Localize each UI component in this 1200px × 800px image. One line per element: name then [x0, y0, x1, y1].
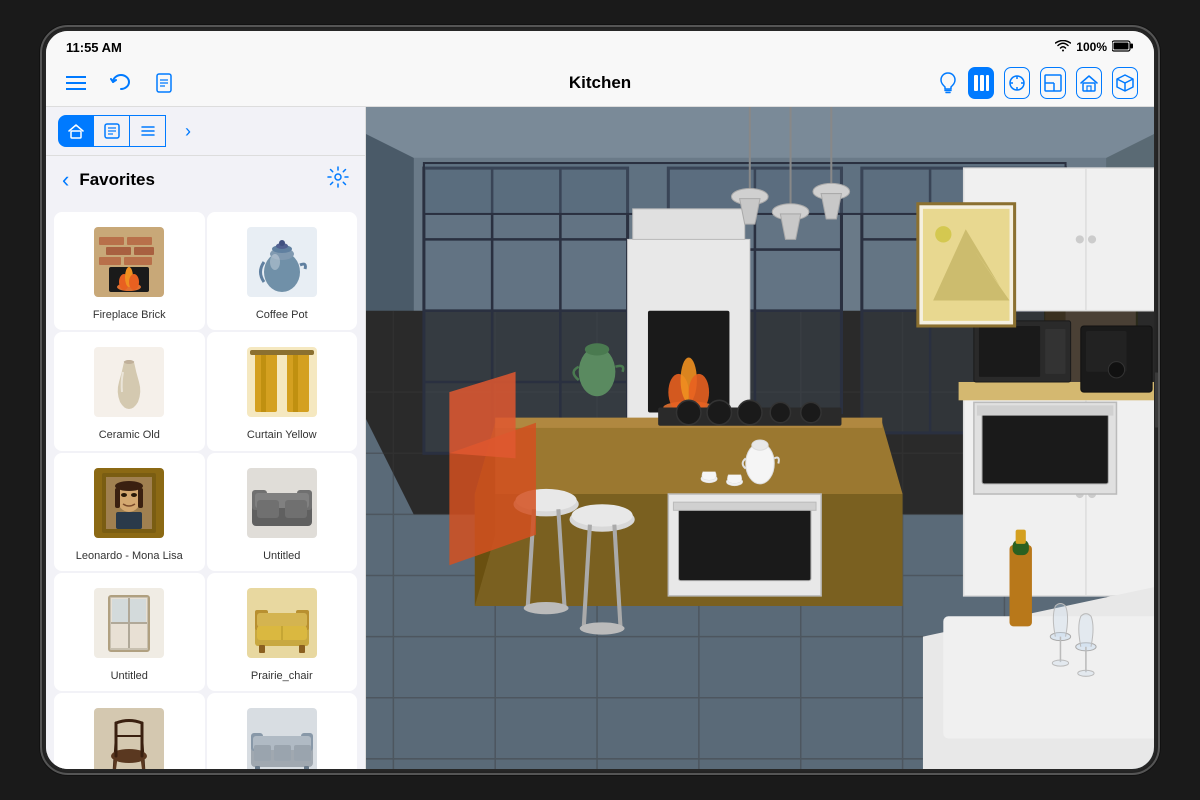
tab-home[interactable] [58, 115, 94, 147]
nav-left [62, 69, 262, 97]
sidebar-expand-btn[interactable]: › [174, 117, 202, 145]
tab-edit[interactable] [94, 115, 130, 147]
coffeepot-thumb [242, 222, 322, 302]
sidebar-title: Favorites [79, 170, 327, 190]
sofa-thumb [242, 703, 322, 769]
fireplace-label: Fireplace Brick [93, 308, 166, 322]
status-bar: 11:55 AM 100% [46, 31, 1154, 59]
ceramic-thumb [89, 342, 169, 422]
curtain-label: Curtain Yellow [247, 428, 317, 442]
main-content: › ‹ Favorites [46, 107, 1154, 769]
page-title: Kitchen [262, 73, 938, 93]
undo-icon[interactable] [106, 69, 134, 97]
home-button-side [1155, 373, 1160, 428]
battery-percent: 100% [1076, 40, 1107, 54]
untitled2-thumb [89, 583, 169, 663]
list-item[interactable]: Curtain Yellow [207, 332, 358, 450]
kitchen-scene-svg [366, 107, 1154, 769]
untitled2-label: Untitled [111, 669, 148, 683]
list-item[interactable]: Untitled [54, 573, 205, 691]
sidebar-settings-btn[interactable] [327, 166, 349, 194]
wifi-icon [1055, 40, 1071, 55]
cube-icon-btn[interactable] [1112, 67, 1138, 99]
list-item[interactable]: Untitled [207, 453, 358, 571]
tab-list[interactable] [130, 115, 166, 147]
status-time: 11:55 AM [66, 40, 122, 55]
nav-right [938, 67, 1138, 99]
sidebar-back-btn[interactable]: ‹ [62, 167, 69, 193]
prairie-label: Prairie_chair [251, 669, 313, 683]
main-3d-view [366, 107, 1154, 769]
ruler-icon-btn[interactable] [1004, 67, 1030, 99]
nav-bar: Kitchen [46, 59, 1154, 107]
curtain-thumb [242, 342, 322, 422]
prairie-thumb [242, 583, 322, 663]
ipad-screen: 11:55 AM 100% [46, 31, 1154, 769]
untitled1-thumb [242, 463, 322, 543]
ipad-device: 11:55 AM 100% [40, 25, 1160, 775]
monalisa-label: Leonardo - Mona Lisa [76, 549, 183, 563]
fireplace-thumb [89, 222, 169, 302]
list-item[interactable]: Coffee Pot [207, 212, 358, 330]
chair-thumb [89, 703, 169, 769]
library-icon-btn[interactable] [968, 67, 994, 99]
favorites-grid: Fireplace Brick [46, 204, 365, 769]
floor-plan-icon-btn[interactable] [1040, 67, 1066, 99]
list-item[interactable]: Leonardo - Mona Lisa [54, 453, 205, 571]
list-item[interactable]: Sofa3x_amazing [207, 693, 358, 769]
list-item[interactable]: Chair_002 [54, 693, 205, 769]
menu-icon[interactable] [62, 69, 90, 97]
document-icon[interactable] [150, 69, 178, 97]
sidebar: › ‹ Favorites [46, 107, 366, 769]
list-item[interactable]: Ceramic Old [54, 332, 205, 450]
ceramic-label: Ceramic Old [99, 428, 160, 442]
sidebar-header: ‹ Favorites [46, 156, 365, 204]
house-icon-btn[interactable] [1076, 67, 1102, 99]
coffeepot-label: Coffee Pot [256, 308, 308, 322]
sidebar-tabs: › [46, 107, 365, 156]
list-item[interactable]: Fireplace Brick [54, 212, 205, 330]
battery-icon [1112, 40, 1134, 55]
list-item[interactable]: Prairie_chair [207, 573, 358, 691]
untitled1-label: Untitled [263, 549, 300, 563]
monalisa-thumb [89, 463, 169, 543]
status-icons: 100% [1055, 40, 1134, 55]
lightbulb-icon[interactable] [938, 69, 958, 97]
